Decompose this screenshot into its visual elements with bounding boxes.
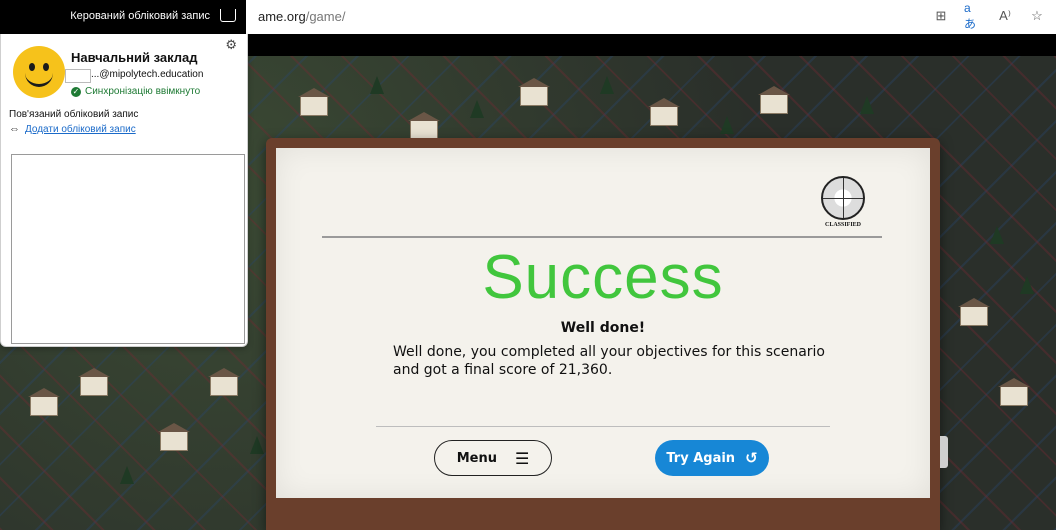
dialog-divider bbox=[322, 236, 882, 238]
read-aloud-icon[interactable]: A⁾ bbox=[996, 7, 1014, 25]
map-house bbox=[958, 298, 990, 326]
map-house bbox=[208, 368, 240, 396]
dialog-divider bbox=[376, 426, 830, 427]
linked-account-title: Пов'язаний обліковий запис bbox=[9, 109, 139, 120]
account-email: ...@mipolytech.education bbox=[91, 69, 204, 80]
well-done-heading: Well done! bbox=[560, 320, 646, 336]
account-panel: ⚙ Навчальний заклад ...@mipolytech.educa… bbox=[0, 34, 248, 347]
hamburger-icon: ☰ bbox=[514, 448, 530, 468]
avatar-eye bbox=[43, 63, 49, 71]
profile-toggle-icon[interactable] bbox=[220, 9, 236, 22]
map-tree bbox=[1020, 276, 1034, 294]
add-account-link[interactable]: ⇔ Додати обліковий запис bbox=[9, 123, 136, 135]
managed-account-header[interactable]: Керований обліковий запис bbox=[0, 0, 246, 34]
check-icon: ✓ bbox=[71, 86, 81, 97]
menu-button-label: Menu bbox=[456, 450, 497, 466]
map-tree bbox=[720, 116, 734, 134]
map-tree bbox=[470, 100, 484, 118]
map-tree bbox=[250, 436, 264, 454]
email-redacted-box bbox=[65, 69, 91, 83]
map-house bbox=[28, 388, 60, 416]
toolbar-icons: ⊞ aあ A⁾ ☆ bbox=[932, 1, 1046, 31]
map-house bbox=[78, 368, 110, 396]
managed-account-label: Керований обліковий запис bbox=[70, 10, 210, 22]
avatar-smile bbox=[25, 71, 53, 87]
avatar bbox=[13, 46, 65, 98]
un-globe-icon bbox=[821, 176, 865, 220]
map-house bbox=[298, 88, 330, 116]
map-house bbox=[518, 78, 550, 106]
map-tree bbox=[370, 76, 384, 94]
un-emblem: CLASSIFIED bbox=[817, 176, 869, 230]
try-again-button[interactable]: Try Again ↺ bbox=[655, 440, 769, 476]
map-tree bbox=[860, 96, 874, 114]
gear-icon[interactable]: ⚙ bbox=[225, 38, 237, 53]
map-house bbox=[758, 86, 790, 114]
sync-status: ✓ Синхронізацію ввімкнуто bbox=[71, 86, 200, 97]
sync-status-text: Синхронізацію ввімкнуто bbox=[85, 86, 201, 97]
add-account-text[interactable]: Додати обліковий запис bbox=[25, 124, 136, 135]
avatar-eye bbox=[29, 63, 35, 71]
dialog-side-tab bbox=[940, 436, 948, 468]
link-icon: ⇔ bbox=[9, 123, 20, 135]
map-house bbox=[998, 378, 1030, 406]
url-path: /game/ bbox=[305, 9, 346, 24]
classified-label: CLASSIFIED bbox=[824, 222, 861, 228]
map-tree bbox=[120, 466, 134, 484]
translate-icon[interactable]: aあ bbox=[964, 1, 982, 31]
success-title: Success bbox=[482, 243, 724, 312]
map-tree bbox=[990, 226, 1004, 244]
try-again-label: Try Again bbox=[666, 450, 736, 466]
map-house bbox=[158, 423, 190, 451]
embedded-frame bbox=[11, 154, 245, 344]
favorite-star-icon[interactable]: ☆ bbox=[1028, 7, 1046, 25]
map-tree bbox=[600, 76, 614, 94]
map-house bbox=[648, 98, 680, 126]
url-host: ame.org bbox=[258, 9, 306, 24]
address-bar[interactable]: ame.org/game/ bbox=[258, 9, 345, 24]
result-message: Well done, you completed all your object… bbox=[393, 344, 825, 378]
redo-icon: ↺ bbox=[745, 449, 758, 467]
org-name: Навчальний заклад bbox=[71, 50, 198, 65]
map-house bbox=[408, 112, 440, 140]
split-screen-icon[interactable]: ⊞ bbox=[932, 7, 950, 25]
menu-button[interactable]: Menu ☰ bbox=[434, 440, 552, 476]
